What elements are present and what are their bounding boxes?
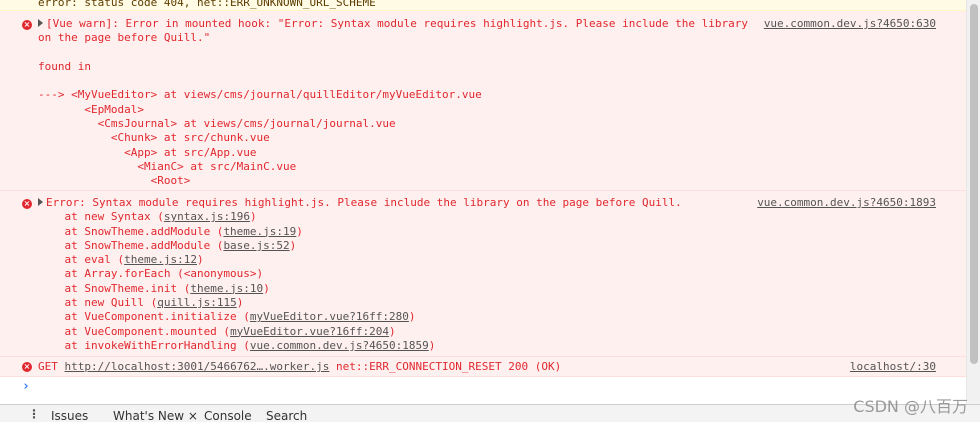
bottom-drawer-tabbar: ⋮ Issues What's New × Console Search xyxy=(0,404,980,422)
tab-whats-new[interactable]: What's New × xyxy=(113,409,198,422)
prompt-chevron-icon: › xyxy=(22,379,30,394)
tab-console[interactable]: Console xyxy=(204,409,252,422)
close-icon[interactable]: × xyxy=(188,409,198,422)
source-link[interactable]: vue.common.dev.js?4650:630 xyxy=(764,17,936,31)
watermark: CSDN @八百万 xyxy=(853,397,968,416)
warning-text: error: status code 404, net::ERR_UNKNOWN… xyxy=(38,0,376,9)
component-trace-line: <Chunk> at src/chunk.vue xyxy=(38,131,270,145)
stack-frame-link[interactable]: vue.common.dev.js?4650:1859 xyxy=(250,339,429,352)
tab-issues[interactable]: Issues xyxy=(51,409,88,422)
stack-frame-link[interactable]: quill.js:115 xyxy=(157,296,236,309)
console-error-syntax[interactable]: × vue.common.dev.js?4650:1893 Error: Syn… xyxy=(0,191,966,357)
component-trace-line: <Root> xyxy=(38,174,191,188)
stack-frame: at eval (theme.js:12) xyxy=(38,253,204,267)
stack-frame: at SnowTheme.addModule (theme.js:19) xyxy=(38,224,303,238)
error-icon: × xyxy=(22,362,32,372)
stack-frame: at VueComponent.initialize (myVueEditor.… xyxy=(38,310,416,324)
stack-frame: at VueComponent.mounted (myVueEditor.vue… xyxy=(38,324,396,338)
request-url-link[interactable]: http://localhost:3001/5466762….worker.js xyxy=(65,360,330,373)
expand-triangle-icon[interactable] xyxy=(38,19,43,27)
stack-frame: at Array.forEach (<anonymous>) xyxy=(38,267,264,281)
component-trace-line: <MianC> at src/MainC.vue xyxy=(38,159,297,173)
stack-frame: at SnowTheme.addModule (base.js:52) xyxy=(38,238,297,252)
vue-warn-line2: on the page before Quill." xyxy=(38,31,211,45)
stack-trace: at new Syntax (syntax.js:196) at SnowThe… xyxy=(38,210,966,353)
scrollbar-thumb[interactable] xyxy=(970,4,978,364)
source-link[interactable]: localhost/:30 xyxy=(850,360,936,374)
stack-frame: at new Syntax (syntax.js:196) xyxy=(38,210,257,224)
component-trace-line: <EpModal> xyxy=(38,102,144,116)
component-trace-line: <App> at src/App.vue xyxy=(38,145,257,159)
vertical-scrollbar[interactable] xyxy=(966,0,980,404)
tab-search[interactable]: Search xyxy=(266,409,307,422)
console-error-network[interactable]: × localhost/:30 GET http://localhost:300… xyxy=(0,357,966,377)
component-trace-line: ---> <MyVueEditor> at views/cms/journal/… xyxy=(38,88,482,102)
stack-frame-link[interactable]: theme.js:10 xyxy=(190,282,263,295)
console-panel: error: status code 404, net::ERR_UNKNOWN… xyxy=(0,0,966,404)
stack-frame: at SnowTheme.init (theme.js:10) xyxy=(38,281,270,295)
stack-frame-link[interactable]: myVueEditor.vue?16ff:280 xyxy=(250,310,409,323)
console-warning-message: error: status code 404, net::ERR_UNKNOWN… xyxy=(0,0,966,11)
source-link[interactable]: vue.common.dev.js?4650:1893 xyxy=(757,196,936,210)
more-vertical-icon[interactable]: ⋮ xyxy=(28,407,40,421)
stack-frame-link[interactable]: base.js:52 xyxy=(223,239,289,252)
stack-frame-link[interactable]: syntax.js:196 xyxy=(164,210,250,223)
found-in-label: found in xyxy=(38,59,91,73)
expand-triangle-icon[interactable] xyxy=(38,198,43,206)
console-error-vue-warn[interactable]: × vue.common.dev.js?4650:630 [Vue warn]:… xyxy=(0,11,966,191)
stack-frame-link[interactable]: myVueEditor.vue?16ff:204 xyxy=(230,325,389,338)
network-error-line: GET http://localhost:3001/5466762….worke… xyxy=(38,360,562,373)
stack-frame: at new Quill (quill.js:115) xyxy=(38,296,244,310)
console-prompt[interactable]: › xyxy=(0,377,966,397)
error-icon: × xyxy=(22,199,32,209)
component-trace-line: <CmsJournal> at views/cms/journal/journa… xyxy=(38,117,396,131)
stack-frame-link[interactable]: theme.js:19 xyxy=(223,225,296,238)
error-icon: × xyxy=(22,20,32,30)
stack-frame-link[interactable]: theme.js:12 xyxy=(124,253,197,266)
stack-frame: at invokeWithErrorHandling (vue.common.d… xyxy=(38,338,436,352)
